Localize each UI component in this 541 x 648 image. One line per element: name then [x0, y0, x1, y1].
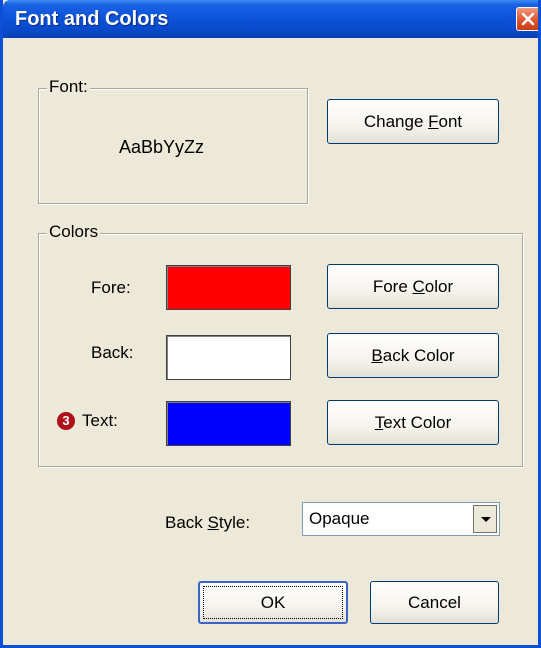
- fore-label: Fore:: [91, 278, 131, 297]
- dropdown-button[interactable]: [473, 505, 497, 533]
- back-style-label: Back Style:: [165, 513, 251, 532]
- font-and-colors-dialog: Font and Colors Font: AaBbYyZz Change Fo…: [0, 0, 541, 648]
- back-style-dropdown[interactable]: Opaque: [302, 502, 500, 536]
- dialog-body: Font: AaBbYyZz Change Font Colors Fore: …: [3, 38, 538, 645]
- close-button[interactable]: [516, 7, 538, 31]
- chevron-down-icon: [481, 517, 491, 522]
- callout-badge: 3: [57, 412, 75, 430]
- back-color-swatch: [166, 335, 291, 380]
- change-font-button[interactable]: Change Font: [327, 99, 499, 144]
- ok-button[interactable]: OK: [198, 581, 348, 624]
- close-icon: [521, 12, 535, 26]
- text-color-swatch: [166, 401, 291, 446]
- text-label: Text:: [82, 411, 118, 430]
- back-style-value: Opaque: [309, 509, 370, 528]
- text-color-button[interactable]: Text Color: [327, 400, 499, 445]
- fore-color-button[interactable]: Fore Color: [327, 264, 499, 309]
- window-title: Font and Colors: [15, 8, 169, 30]
- title-bar[interactable]: Font and Colors: [3, 0, 538, 38]
- back-color-button[interactable]: Back Color: [327, 333, 499, 378]
- fore-color-swatch: [166, 265, 291, 310]
- font-sample-text: AaBbYyZz: [119, 137, 205, 157]
- colors-group-legend: Colors: [47, 222, 101, 242]
- font-group: Font: AaBbYyZz: [38, 77, 308, 204]
- cancel-button[interactable]: Cancel: [370, 581, 499, 624]
- back-label: Back:: [91, 343, 134, 362]
- font-group-legend: Font:: [47, 77, 90, 97]
